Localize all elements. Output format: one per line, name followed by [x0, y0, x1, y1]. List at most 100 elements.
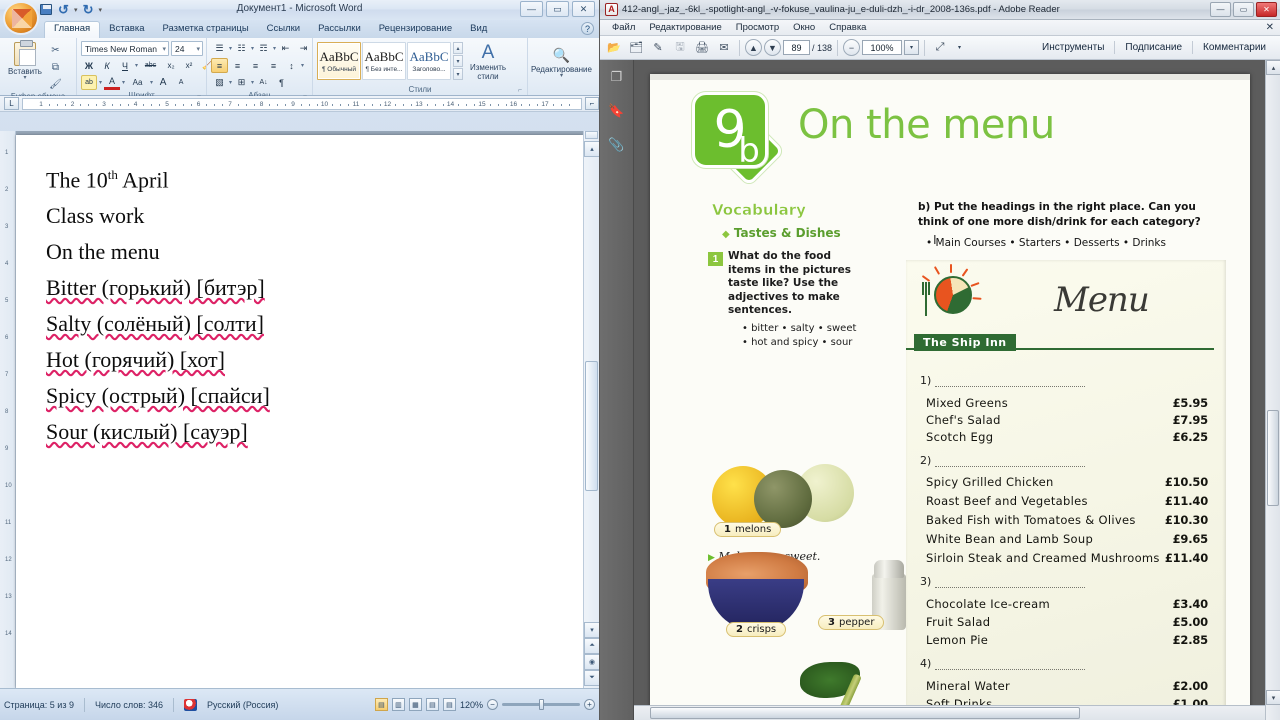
bookmarks-icon[interactable]: 🔖	[608, 102, 626, 120]
align-right-button[interactable]: ≡	[247, 58, 264, 73]
zoom-slider-knob[interactable]	[539, 699, 545, 710]
font-name-input[interactable]: Times New Roman ▾	[81, 41, 169, 56]
pdf-scroll-down-icon[interactable]: ▾	[1266, 690, 1280, 705]
page-thumbnails-icon[interactable]: ❐	[608, 68, 626, 86]
line-spacing-button[interactable]: ↕	[283, 58, 300, 73]
change-case-chevron-down-icon[interactable]: ▾	[150, 79, 153, 86]
multilevel-list-button[interactable]: ☶	[255, 41, 272, 56]
view-outline-icon[interactable]: ▤	[425, 698, 439, 711]
style-heading[interactable]: AaBbC Заголово...	[407, 42, 451, 80]
zoom-in-button[interactable]: +	[584, 699, 595, 710]
tab-references[interactable]: Ссылки	[258, 21, 309, 38]
horizontal-ruler[interactable]: L 1 2 3 4 5 6 7 8 9 10 11 12 13 14 15 16 17 ⌐	[0, 96, 599, 112]
menu-window[interactable]: Окно	[793, 22, 815, 33]
help-icon[interactable]: ?	[581, 22, 594, 35]
underline-button[interactable]: Ч	[117, 58, 133, 73]
numbering-button[interactable]: ☷	[233, 41, 250, 56]
status-zoom-level[interactable]: 120%	[460, 700, 483, 710]
status-language[interactable]: Русский (Россия)	[207, 700, 278, 710]
editing-button[interactable]: 🔍 Редактирование ▾	[531, 44, 592, 79]
page-number-input[interactable]: 89	[783, 40, 810, 55]
document-page[interactable]: The 10th April Class work On the menu Bi…	[16, 135, 583, 688]
paste-dropdown-icon[interactable]: ▾	[23, 75, 26, 81]
next-page-icon[interactable]: ⏷	[584, 670, 599, 686]
line-spacing-chevron-down-icon[interactable]: ▾	[301, 62, 304, 69]
status-page[interactable]: Страница: 5 из 9	[4, 700, 74, 710]
style-normal[interactable]: AaBbC ¶ Обычный	[317, 42, 361, 80]
attachments-icon[interactable]: 📎	[608, 136, 626, 154]
menu-category-4-blank[interactable]	[935, 661, 1086, 670]
view-fullscreen-reading-icon[interactable]: ▥	[391, 698, 405, 711]
styles-dialog-launcher-icon[interactable]: ⌐	[518, 85, 522, 96]
text-highlight-color-button[interactable]: ab	[81, 75, 97, 90]
borders-chevron-down-icon[interactable]: ▾	[251, 79, 254, 86]
multilevel-chevron-down-icon[interactable]: ▾	[273, 45, 276, 52]
font-name-chevron-down-icon[interactable]: ▾	[159, 45, 166, 53]
email-icon[interactable]: ✉	[714, 38, 734, 57]
status-word-count[interactable]: Число слов: 346	[95, 700, 163, 710]
proofing-icon[interactable]	[184, 698, 198, 711]
split-window-handle[interactable]	[585, 131, 598, 139]
justify-button[interactable]: ≡	[265, 58, 282, 73]
zoom-level-input[interactable]: 100%	[862, 40, 903, 55]
bullets-button[interactable]: ☰	[211, 41, 228, 56]
menu-edit[interactable]: Редактирование	[649, 22, 721, 33]
format-painter-icon[interactable]: 🖌	[48, 77, 63, 91]
tab-review[interactable]: Рецензирование	[370, 21, 461, 38]
sort-button[interactable]: A↓	[255, 75, 272, 90]
select-browse-object-icon[interactable]: ◉	[584, 654, 599, 670]
styles-more-icon[interactable]: ▾	[453, 68, 463, 80]
menu-category-3-blank[interactable]	[935, 579, 1086, 588]
tab-home[interactable]: Главная	[44, 21, 101, 38]
font-size-chevron-down-icon[interactable]: ▾	[193, 45, 200, 53]
styles-scroll-buttons[interactable]: ▴ ▾ ▾	[453, 42, 463, 80]
borders-button[interactable]: ⊞	[233, 75, 250, 90]
scroll-up-icon[interactable]: ▴	[584, 141, 599, 157]
adobe-close-button[interactable]: ✕	[1256, 2, 1277, 17]
tools-button[interactable]: Инструменты	[1032, 42, 1114, 53]
styles-scroll-down-icon[interactable]: ▾	[453, 55, 463, 67]
zoom-out-button[interactable]: −	[487, 699, 498, 710]
menu-view[interactable]: Просмотр	[736, 22, 779, 33]
sign-edit-icon[interactable]: ✎	[648, 38, 668, 57]
adobe-maximize-button[interactable]: ▭	[1233, 2, 1254, 17]
underline-chevron-down-icon[interactable]: ▾	[135, 62, 138, 69]
show-marks-button[interactable]: ¶	[273, 75, 290, 90]
save-disk-icon[interactable]: 🖫	[670, 38, 690, 57]
cut-icon[interactable]: ✂	[48, 43, 63, 57]
scroll-thumb[interactable]	[585, 361, 598, 491]
menu-category-1-blank[interactable]	[935, 378, 1086, 387]
office-orb-button[interactable]	[3, 1, 39, 35]
styles-scroll-up-icon[interactable]: ▴	[453, 42, 463, 54]
close-button[interactable]: ✕	[572, 1, 595, 17]
pdf-scroll-up-icon[interactable]: ▴	[1266, 60, 1280, 75]
pdf-hscroll-thumb[interactable]	[650, 707, 1080, 719]
highlight-chevron-down-icon[interactable]: ▾	[99, 79, 102, 86]
tab-page-layout[interactable]: Разметка страницы	[153, 21, 257, 38]
pdf-vertical-scrollbar[interactable]: ▴ ▾	[1265, 60, 1280, 720]
font-size-input[interactable]: 24 ▾	[171, 41, 203, 56]
menu-help[interactable]: Справка	[829, 22, 866, 33]
shading-button[interactable]: ▧	[211, 75, 228, 90]
next-page-icon[interactable]: ▼	[764, 39, 781, 56]
menu-category-2-blank[interactable]	[935, 458, 1086, 467]
grow-font-button[interactable]: A	[155, 75, 171, 90]
pdf-scroll-thumb[interactable]	[1267, 410, 1279, 506]
maximize-button[interactable]: ▭	[546, 1, 569, 17]
style-no-spacing[interactable]: AaBbC ¶ Без инте...	[362, 42, 406, 80]
numbering-chevron-down-icon[interactable]: ▾	[251, 45, 254, 52]
view-draft-icon[interactable]: ▤	[442, 698, 456, 711]
paste-button[interactable]: Вставить ▾	[4, 40, 46, 81]
print-icon[interactable]: 🖨	[692, 38, 712, 57]
zoom-out-icon[interactable]: −	[843, 39, 861, 56]
superscript-button[interactable]: x²	[181, 58, 197, 73]
align-center-button[interactable]: ≡	[229, 58, 246, 73]
close-document-icon[interactable]: ✕	[1266, 22, 1274, 33]
subscript-button[interactable]: x₂	[163, 58, 179, 73]
font-color-chevron-down-icon[interactable]: ▾	[122, 79, 125, 86]
change-case-button[interactable]: Aa	[127, 75, 148, 90]
copy-icon[interactable]: ⧉	[48, 60, 63, 74]
view-web-layout-icon[interactable]: ▦	[408, 698, 422, 711]
shrink-font-button[interactable]: A	[173, 75, 189, 90]
bullets-chevron-down-icon[interactable]: ▾	[229, 45, 232, 52]
